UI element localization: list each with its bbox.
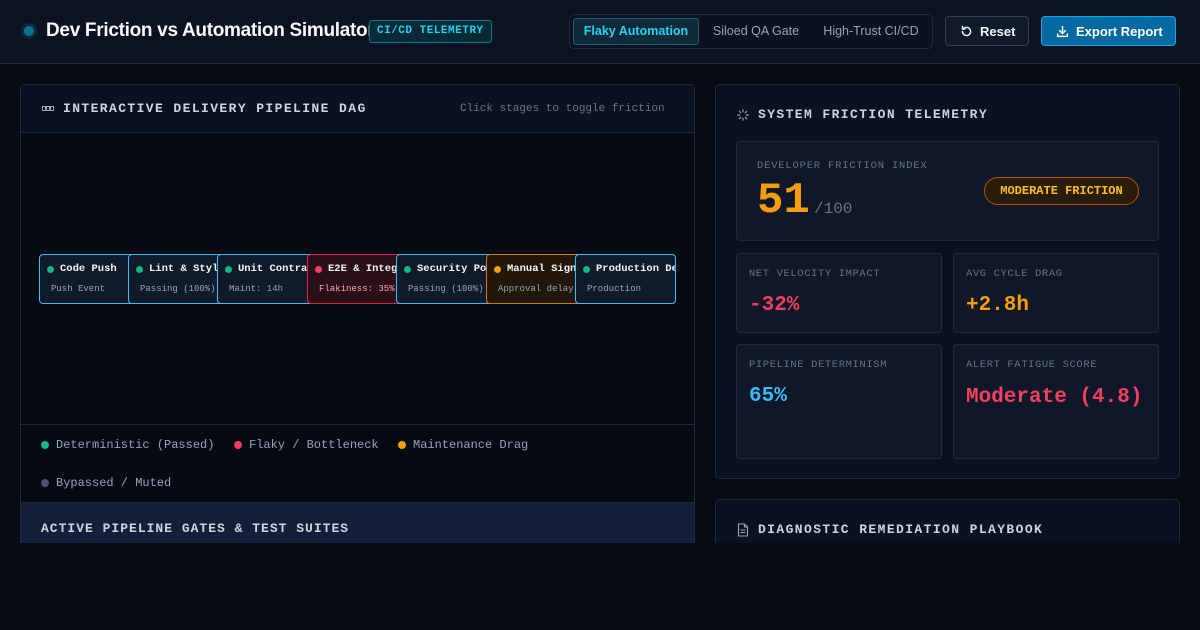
stage-security-policy[interactable]: Security Policy Passing (100%) [396, 254, 497, 304]
metric-value: 65% [749, 385, 787, 408]
scenario-high-trust-cicd[interactable]: High-Trust CI/CD [813, 18, 929, 45]
stage-detail: Flakiness: 35% [319, 284, 395, 294]
remediation-playbook-panel: DIAGNOSTIC REMEDIATION PLAYBOOK [715, 499, 1180, 549]
export-label: Export Report [1076, 24, 1163, 39]
loader-icon [737, 109, 749, 121]
app-header: Dev Friction vs Automation Simulator CI/… [0, 0, 1200, 64]
metric-label: NET VELOCITY IMPACT [749, 268, 881, 280]
document-icon [737, 523, 749, 537]
playbook-title: DIAGNOSTIC REMEDIATION PLAYBOOK [758, 522, 1044, 537]
metric-value: Moderate (4.8) [966, 386, 1143, 409]
stage-status-dot [494, 266, 501, 273]
legend-dot [41, 441, 49, 449]
legend-label: Maintenance Drag [413, 438, 529, 452]
pipeline-gates-title: ACTIVE PIPELINE GATES & TEST SUITES [41, 521, 350, 536]
stage-unit-contracts[interactable]: Unit Contracts Maint: 14h [217, 254, 318, 304]
telemetry-panel: SYSTEM FRICTION TELEMETRY DEVELOPER FRIC… [715, 84, 1180, 479]
legend-dot [234, 441, 242, 449]
pipeline-gates-section: ACTIVE PIPELINE GATES & TEST SUITES [21, 502, 694, 543]
scenario-flaky-automation[interactable]: Flaky Automation [573, 18, 699, 45]
stage-code-push[interactable]: Code Push Push Event [39, 254, 140, 304]
reset-icon [961, 25, 972, 37]
metric-card-cycle-drag: AVG CYCLE DRAG +2.8h [953, 253, 1159, 333]
stage-status-dot [47, 266, 54, 273]
stage-detail: Push Event [51, 284, 106, 294]
metric-value: -32% [749, 294, 800, 317]
dag-panel-hint: Click stages to toggle friction [460, 103, 665, 115]
metric-label: AVG CYCLE DRAG [966, 268, 1063, 280]
download-icon [1056, 25, 1069, 38]
legend-label: Deterministic (Passed) [56, 438, 215, 452]
pipeline-dag-panel: INTERACTIVE DELIVERY PIPELINE DAG Click … [20, 84, 695, 544]
friction-index-label: DEVELOPER FRICTION INDEX [757, 160, 928, 172]
pipeline-dag-canvas: Code Push Push Event Lint & Style Passin… [21, 134, 694, 424]
friction-index-value: 51 [757, 176, 810, 226]
page-bottom-area [0, 543, 1200, 630]
stage-production-deploy[interactable]: Production Deploy Production [575, 254, 676, 304]
export-report-button[interactable]: Export Report [1041, 16, 1176, 46]
scenario-siloed-qa-gate[interactable]: Siloed QA Gate [701, 18, 811, 45]
dag-legend: Deterministic (Passed) Flaky / Bottlenec… [21, 424, 694, 502]
metric-value: +2.8h [966, 294, 1030, 317]
stage-detail: Passing (100%) [408, 284, 484, 294]
metric-card-net-velocity: NET VELOCITY IMPACT -32% [736, 253, 942, 333]
legend-label: Bypassed / Muted [56, 476, 172, 490]
metric-label: ALERT FATIGUE SCORE [966, 359, 1098, 371]
stage-detail: Production [587, 284, 642, 294]
stage-detail: Maint: 14h [229, 284, 284, 294]
stage-name: Code Push [60, 263, 117, 275]
app-title: Dev Friction vs Automation Simulator [46, 20, 375, 41]
stage-name: Unit Contracts [238, 263, 318, 275]
friction-level-badge: MODERATE FRICTION [984, 177, 1139, 205]
legend-dot [41, 479, 49, 487]
legend-label: Flaky / Bottleneck [249, 438, 379, 452]
friction-index-card: DEVELOPER FRICTION INDEX 51 /100 MODERAT… [736, 141, 1159, 241]
stage-status-dot [315, 266, 322, 273]
dag-panel-header: INTERACTIVE DELIVERY PIPELINE DAG Click … [21, 85, 694, 133]
metric-card-determinism: PIPELINE DETERMINISM 65% [736, 344, 942, 459]
pipeline-nodes-icon [42, 106, 54, 111]
stage-e2e-integration[interactable]: E2E & Integration Flakiness: 35% [307, 254, 408, 304]
stage-lint-style[interactable]: Lint & Style Passing (100%) [128, 254, 229, 304]
reset-button[interactable]: Reset [945, 16, 1029, 46]
stage-detail: Passing (100%) [140, 284, 216, 294]
metric-label: PIPELINE DETERMINISM [749, 359, 888, 371]
stage-status-dot [583, 266, 590, 273]
stage-detail: Approval delay [498, 284, 574, 294]
stage-name: Security Policy [417, 263, 496, 275]
telemetry-badge: CI/CD TELEMETRY [369, 20, 492, 43]
legend-dot [398, 441, 406, 449]
dag-panel-title: INTERACTIVE DELIVERY PIPELINE DAG [63, 101, 367, 116]
scenario-selector: Flaky Automation Siloed QA Gate High-Tru… [569, 14, 933, 49]
telemetry-title: SYSTEM FRICTION TELEMETRY [758, 107, 989, 122]
stage-name: Lint & Style [149, 263, 225, 275]
stage-name: Production Deploy [596, 263, 675, 275]
stage-status-dot [136, 266, 143, 273]
reset-label: Reset [980, 24, 1016, 39]
stage-manual-signoff[interactable]: Manual Sign-off Approval delay [486, 254, 587, 304]
metric-card-alert-fatigue: ALERT FATIGUE SCORE Moderate (4.8) [953, 344, 1159, 459]
friction-index-denominator: /100 [814, 200, 853, 218]
status-pulse-icon [24, 26, 34, 36]
stage-status-dot [404, 266, 411, 273]
stage-status-dot [225, 266, 232, 273]
